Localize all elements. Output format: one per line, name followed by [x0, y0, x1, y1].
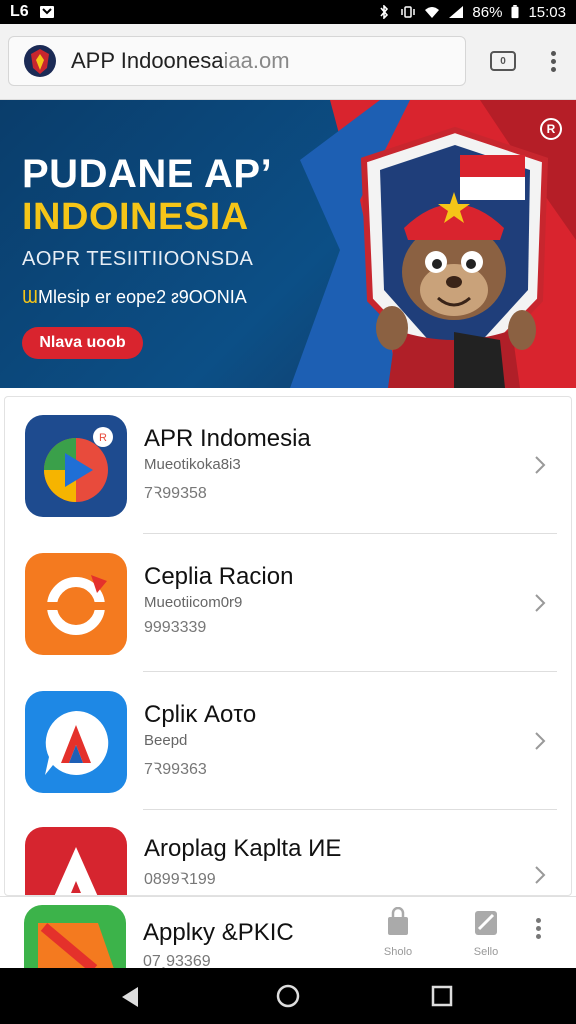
play-app-icon: R: [25, 415, 127, 517]
edit-note-icon: [475, 911, 497, 935]
wifi-icon: [425, 7, 440, 18]
status-time: 15:03: [528, 3, 566, 21]
list-item[interactable]: R APR Indomesia Mueotikoka8i3 7Ꝛ99358: [5, 397, 571, 535]
shop-tab-label: Sholo: [383, 946, 413, 958]
app-icon: [25, 553, 127, 655]
status-left: L6: [10, 3, 55, 21]
app-count: 7Ꝛ99363: [144, 761, 207, 778]
app-list: R APR Indomesia Mueotikoka8i3 7Ꝛ99358 Ce…: [4, 396, 572, 896]
divider: [143, 809, 557, 810]
url-domain: APP Indoonesa: [71, 48, 224, 73]
banner-title-line2: INDOINESIA: [22, 196, 249, 238]
chevron-right-icon: [535, 594, 546, 612]
url-bar[interactable]: APP Indoonesaiaa.om: [8, 36, 466, 86]
dot: [550, 51, 556, 56]
app-count: 9993339: [144, 619, 207, 636]
sync-app-icon: [25, 553, 127, 655]
tabs-button[interactable]: 0: [490, 51, 516, 71]
shopping-bag-icon: [388, 906, 408, 935]
site-logo-icon: [24, 45, 56, 77]
status-bar: L6 86% 15:03: [0, 0, 576, 24]
a-letter-app-icon: [25, 827, 127, 895]
promo-banner[interactable]: R PUDANE AP’ INDOINESIA AOPR TESIITIIOON…: [0, 100, 576, 388]
app-developer: Mueotikoka8i3: [144, 456, 241, 473]
sell-tab-label: Sello: [473, 946, 499, 958]
banner-cta-button[interactable]: Nlava uoob: [22, 327, 143, 359]
app-name[interactable]: Applκy &PKIC: [143, 919, 294, 947]
folder-app-icon: [24, 905, 126, 969]
app-icon: R: [25, 415, 127, 517]
bottom-toolbar: Applκy &PKIC 07ꞈ93369 Sholo Sello: [0, 896, 576, 970]
chevron-right-icon: [535, 732, 546, 750]
app-icon: [25, 691, 127, 793]
status-carrier: L6: [10, 3, 29, 20]
signal-icon: [449, 6, 464, 18]
vibrate-icon: [401, 6, 416, 18]
chat-app-icon: [25, 691, 127, 793]
app-icon: [24, 905, 126, 969]
app-count: 7Ꝛ99358: [144, 485, 207, 502]
url-text: APP Indoonesaiaa.om: [71, 48, 290, 74]
system-navigation-bar: [0, 968, 576, 1024]
banner-subtitle: AOPR TESIITIIOONSDA: [22, 248, 254, 270]
dot: [536, 918, 541, 923]
svg-text:R: R: [99, 432, 107, 444]
app-developer: Beepd: [144, 732, 188, 749]
dot: [550, 59, 556, 64]
browser-menu-button[interactable]: [544, 48, 562, 76]
divider: [143, 533, 557, 534]
tagline-accent: Ɯ: [22, 287, 39, 307]
tabs-count: 0: [500, 55, 506, 67]
home-button[interactable]: [276, 984, 300, 1008]
battery-icon: [511, 5, 519, 19]
more-options-icon[interactable]: [536, 915, 541, 942]
dot: [536, 934, 541, 939]
app-name: Aroplag Kaplta ИE: [144, 835, 342, 862]
sell-tab[interactable]: Sello: [466, 907, 506, 958]
dot: [536, 926, 541, 931]
battery-percent: 86%: [472, 3, 503, 21]
chevron-right-icon: [535, 866, 546, 884]
banner-tagline: ƜMlesip er eope2 ᴤ9OONIA: [22, 287, 247, 308]
list-item[interactable]: Aroplag Kaplta ИE 0899Ꝛ199: [5, 811, 571, 895]
chevron-right-icon: [535, 456, 546, 474]
app-count: 0899Ꝛ199: [144, 871, 216, 888]
list-item[interactable]: Ceplia Racion Mueotiicom0r9 9993339: [5, 535, 571, 673]
tagline-text: Mlesip er eope2 ᴤ9OONIA: [38, 287, 247, 307]
app-icon: [25, 827, 127, 895]
app-name: Cpliκ Aoτo: [144, 701, 257, 728]
bluetooth-icon: [380, 5, 389, 19]
app-name: APR Indomesia: [144, 425, 311, 452]
shop-tab[interactable]: Sholo: [378, 906, 418, 958]
divider: [143, 671, 557, 672]
dot: [550, 67, 556, 72]
banner-title-line1: PUDANE AP’: [22, 152, 273, 196]
app-name: Ceplia Racion: [144, 563, 294, 590]
back-button[interactable]: [118, 985, 142, 1009]
registered-mark: R: [540, 118, 562, 140]
browser-toolbar: APP Indoonesaiaa.om 0: [0, 24, 576, 100]
list-item[interactable]: Cpliκ Aoτo Beepd 7Ꝛ99363: [5, 673, 571, 811]
notification-icon: [39, 6, 54, 18]
app-developer: Mueotiicom0r9: [144, 594, 243, 611]
url-suffix: iaa.om: [223, 48, 290, 73]
status-right: 86% 15:03: [376, 4, 566, 21]
recents-button[interactable]: [431, 985, 453, 1007]
